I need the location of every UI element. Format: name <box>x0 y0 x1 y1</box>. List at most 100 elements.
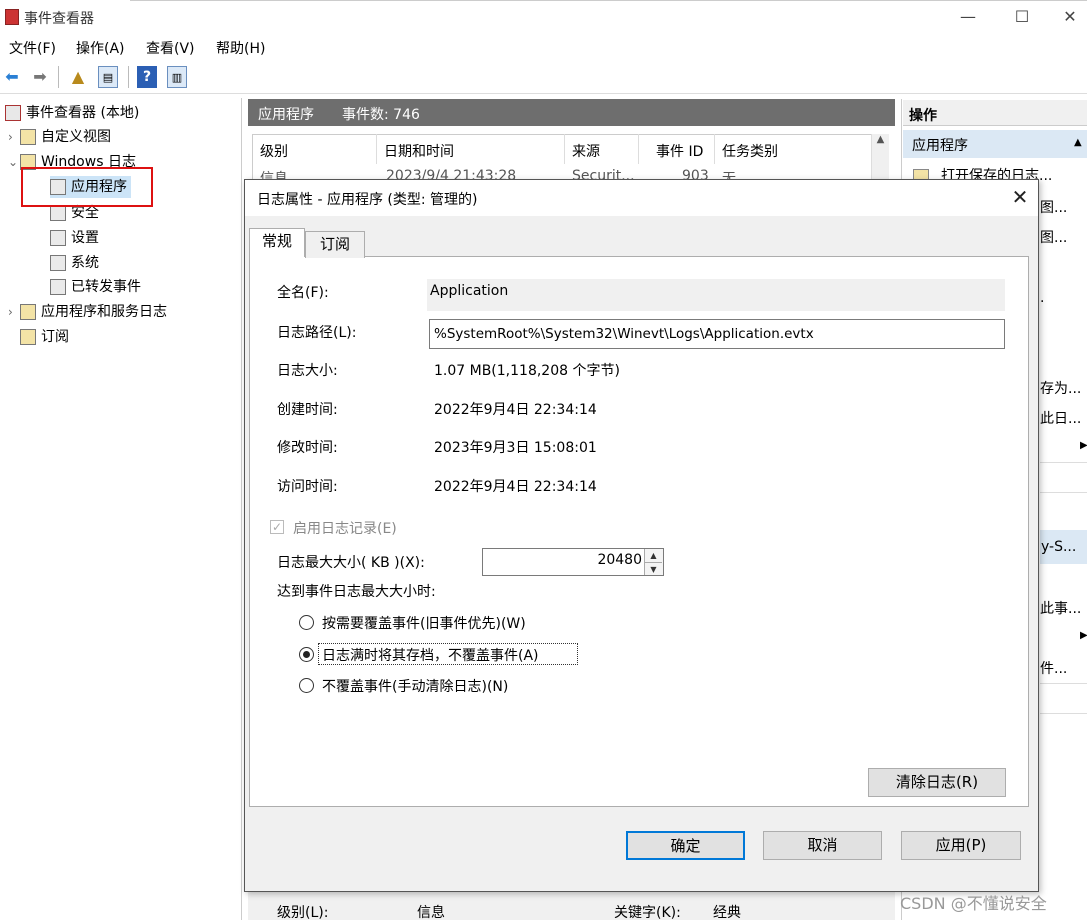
fullname-label-key: (F) <box>305 285 324 301</box>
toolbar-separator <box>128 66 129 88</box>
tree-root[interactable]: 事件查看器 (本地) <box>5 102 139 124</box>
toolbar-separator <box>58 66 59 88</box>
log-size-value: 1.07 MB(1,118,208 个字节) <box>434 363 620 379</box>
radio-overwrite-as-needed[interactable] <box>299 615 314 630</box>
column-datetime[interactable]: 日期和时间 <box>384 141 454 161</box>
dialog-close-button[interactable]: ✕ <box>1008 184 1032 210</box>
detail-level-value: 信息 <box>417 905 445 921</box>
red-highlight-annotation <box>21 167 153 207</box>
divider <box>1040 713 1087 714</box>
help-icon[interactable]: ? <box>137 66 157 88</box>
created-label: 创建时间: <box>277 402 338 418</box>
divider <box>1040 492 1087 493</box>
chevron-right-icon[interactable]: › <box>8 301 20 323</box>
up-folder-icon[interactable]: ▲ <box>68 66 88 88</box>
apply-button-key: (P) <box>965 836 987 854</box>
menu-help-label: 帮助 <box>216 41 244 57</box>
menu-file-key: (F) <box>37 41 56 57</box>
menu-help[interactable]: 帮助(H) <box>216 38 265 58</box>
spin-down-icon[interactable]: ▼ <box>645 562 662 575</box>
event-viewer-icon <box>5 105 21 121</box>
max-size-value[interactable]: 20480 <box>560 552 642 568</box>
navigation-tree <box>0 98 242 920</box>
action-item[interactable]: 存为... <box>1040 378 1081 398</box>
action-item[interactable]: 图... <box>1040 197 1067 217</box>
tree-forwarded-label: 已转发事件 <box>71 279 141 295</box>
tree-forwarded-events[interactable]: 已转发事件 <box>50 276 141 298</box>
clear-log-button-key: (R) <box>955 773 979 791</box>
divider <box>130 0 1087 1</box>
tree-custom-views-label: 自定义视图 <box>41 129 111 145</box>
menu-view[interactable]: 查看(V) <box>146 38 195 58</box>
collapse-icon[interactable]: ▲ <box>1074 137 1082 148</box>
radio-archive-label-key: (A) <box>518 648 539 664</box>
tree-system[interactable]: 系统 <box>50 252 99 274</box>
back-arrow-icon[interactable]: ⬅ <box>2 66 22 88</box>
chevron-right-icon[interactable]: › <box>8 126 20 148</box>
action-item[interactable]: 此事... <box>1040 598 1081 618</box>
forward-arrow-icon[interactable]: ➡ <box>30 66 50 88</box>
ok-button[interactable]: 确定 <box>626 831 745 860</box>
log-icon <box>50 230 66 246</box>
tree-security-label: 安全 <box>71 205 99 221</box>
clear-log-button-label: 清除日志 <box>895 773 956 791</box>
max-size-label: 日志最大大小( KB )(X): <box>277 555 425 571</box>
spin-up-icon[interactable]: ▲ <box>645 549 662 562</box>
column-separator <box>564 134 565 164</box>
detail-keyword-value: 经典 <box>713 905 741 921</box>
tree-apps-services[interactable]: › 应用程序和服务日志 <box>8 301 167 323</box>
menu-view-key: (V) <box>174 41 195 57</box>
column-separator <box>376 134 377 164</box>
radio-do-not-overwrite-label-key: (N) <box>486 679 509 695</box>
log-title: 应用程序 <box>258 107 314 123</box>
tree-setup-label: 设置 <box>71 230 99 246</box>
max-size-label-key: (X) <box>399 555 421 571</box>
column-source[interactable]: 来源 <box>572 141 600 161</box>
action-item[interactable]: 件... <box>1040 658 1067 678</box>
radio-do-not-overwrite[interactable] <box>299 678 314 693</box>
tree-subscriptions[interactable]: 订阅 <box>20 326 69 348</box>
apply-button[interactable]: 应用(P) <box>901 831 1021 860</box>
fullname-label-text: 全名 <box>277 285 305 301</box>
tab-subscription[interactable]: 订阅 <box>305 231 365 258</box>
radio-do-not-overwrite-label-text: 不覆盖事件(手动清除日志) <box>322 679 487 695</box>
show-hide-action-pane-icon[interactable]: ▥ <box>167 66 187 88</box>
policy-label: 达到事件日志最大大小时: <box>277 584 436 600</box>
window-title: 事件查看器 <box>24 11 94 27</box>
actions-title: 操作 <box>909 108 937 124</box>
menu-help-key: (H) <box>244 41 266 57</box>
log-path-input[interactable] <box>429 319 1005 349</box>
action-item[interactable]: 此日... <box>1040 408 1081 428</box>
column-task-category[interactable]: 任务类别 <box>722 141 778 161</box>
log-icon <box>50 279 66 295</box>
minimize-button[interactable]: — <box>956 6 980 28</box>
tab-general[interactable]: 常规 <box>249 228 305 257</box>
event-viewer-app-icon <box>5 9 19 25</box>
cancel-button[interactable]: 取消 <box>763 831 882 860</box>
accessed-label: 访问时间: <box>277 479 338 495</box>
radio-archive-label: 日志满时将其存档，不覆盖事件(A) <box>322 645 539 665</box>
subscription-icon <box>20 329 36 345</box>
clear-log-button[interactable]: 清除日志(R) <box>868 768 1006 797</box>
action-item[interactable]: y-S... <box>1041 539 1076 555</box>
maximize-button[interactable]: ☐ <box>1010 6 1034 28</box>
menu-action[interactable]: 操作(A) <box>76 38 125 58</box>
action-item[interactable]: 图... <box>1040 227 1067 247</box>
enable-logging-checkbox[interactable]: ✓ <box>270 520 284 534</box>
column-event-id[interactable]: 事件 ID <box>656 141 703 161</box>
tree-custom-views[interactable]: › 自定义视图 <box>8 126 111 148</box>
toolbar <box>0 62 1087 94</box>
menu-view-label: 查看 <box>146 41 174 57</box>
show-hide-tree-icon[interactable]: ▤ <box>98 66 118 88</box>
column-level[interactable]: 级别 <box>260 141 288 161</box>
log-icon <box>50 255 66 271</box>
close-window-button[interactable]: ✕ <box>1058 6 1082 28</box>
column-separator <box>638 134 639 164</box>
submenu-arrow-icon: ▶ <box>1080 440 1087 451</box>
radio-archive-when-full[interactable] <box>299 647 314 662</box>
action-item[interactable]: . <box>1040 290 1044 306</box>
chevron-down-icon[interactable]: ⌄ <box>8 151 20 173</box>
tree-subscriptions-label: 订阅 <box>41 329 69 345</box>
tree-setup[interactable]: 设置 <box>50 227 99 249</box>
menu-file[interactable]: 文件(F) <box>9 38 56 58</box>
